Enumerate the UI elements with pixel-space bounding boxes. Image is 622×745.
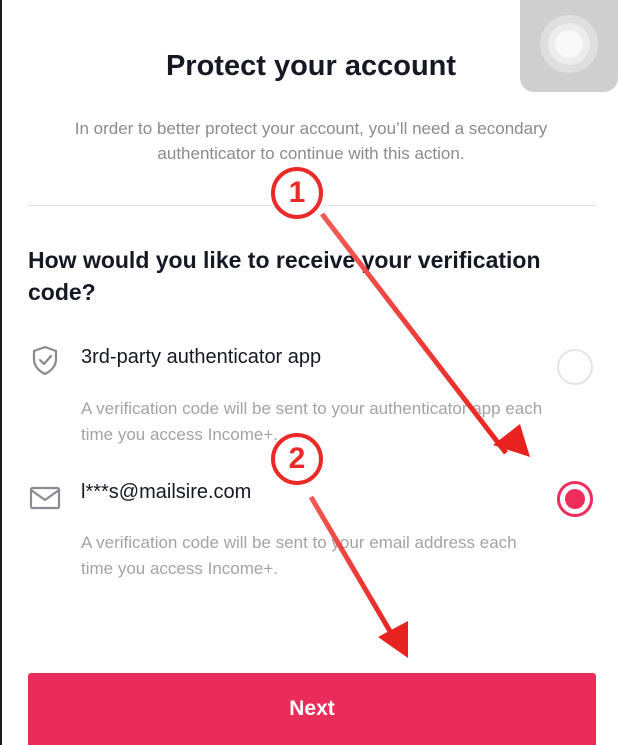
page-title: Protect your account	[165, 50, 457, 82]
verification-question: How would you like to receive your verif…	[28, 247, 541, 305]
shield-icon	[28, 343, 62, 377]
radio-email[interactable]	[557, 481, 593, 517]
option-description: A verification code will be sent to your…	[81, 533, 517, 578]
page-frame	[0, 0, 622, 745]
step-2-badge: 2	[271, 433, 323, 485]
option-title: l***s@mailsire.com	[81, 481, 252, 503]
envelope-icon	[28, 481, 62, 515]
page-subtitle: In order to better protect your account,…	[74, 119, 548, 163]
step-1-badge: 1	[271, 167, 323, 219]
option-title: 3rd-party authenticator app	[81, 346, 322, 368]
option-description: A verification code will be sent to your…	[81, 399, 543, 444]
radio-authenticator-app[interactable]	[557, 349, 593, 385]
next-button[interactable]: Next	[28, 673, 596, 745]
